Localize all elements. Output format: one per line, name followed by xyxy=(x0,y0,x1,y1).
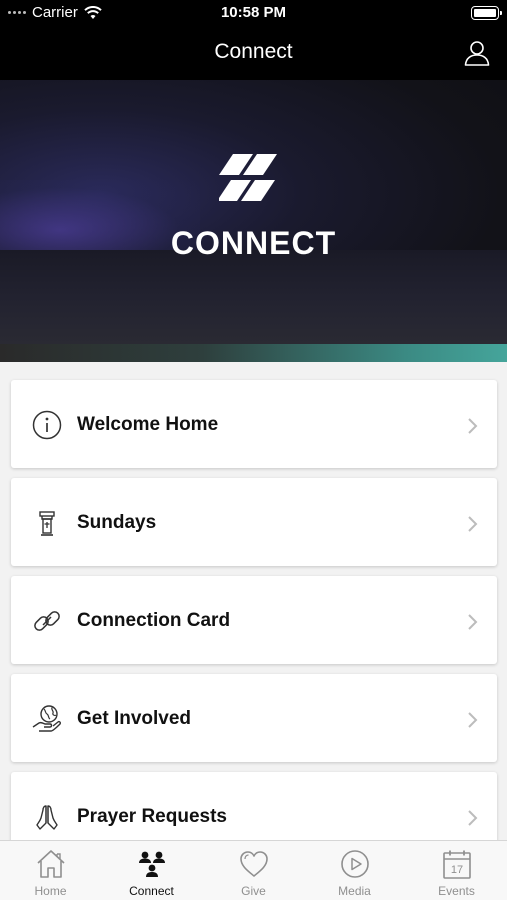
chevron-right-icon xyxy=(468,418,478,434)
menu-item-label: Connection Card xyxy=(77,610,231,631)
status-bar: Carrier 10:58 PM xyxy=(0,0,507,26)
tab-events[interactable]: 17 Events xyxy=(406,841,507,900)
tab-label: Home xyxy=(34,884,67,898)
nav-title: Connect xyxy=(214,40,293,63)
menu-item-welcome-home[interactable]: Welcome Home xyxy=(11,380,497,468)
menu-item-label: Welcome Home xyxy=(77,414,219,435)
profile-icon[interactable] xyxy=(463,39,491,67)
info-circle-icon xyxy=(32,410,62,440)
menu-item-label: Get Involved xyxy=(77,708,192,729)
menu-item-sundays[interactable]: Sundays xyxy=(11,478,497,566)
tab-home[interactable]: Home xyxy=(0,841,101,900)
tab-label: Connect xyxy=(129,884,174,898)
battery-icon xyxy=(471,6,502,20)
hero-accent-strip xyxy=(0,344,507,362)
tab-label: Media xyxy=(338,884,371,898)
chevron-right-icon xyxy=(468,614,478,630)
chevron-right-icon xyxy=(468,516,478,532)
pulpit-icon xyxy=(39,511,55,536)
tab-give[interactable]: Give xyxy=(203,841,304,900)
calendar-day-number: 17 xyxy=(451,864,463,876)
connect-menu-list: Welcome Home Sundays Connection Card Get… xyxy=(0,362,507,840)
menu-item-label: Sundays xyxy=(77,512,157,533)
hero-title: CONNECT xyxy=(170,225,337,261)
church-logo-icon xyxy=(219,154,277,201)
chevron-right-icon xyxy=(468,810,478,826)
praying-hands-icon xyxy=(36,805,58,830)
calendar-icon: 17 xyxy=(443,850,471,879)
menu-item-label: Prayer Requests xyxy=(77,806,227,827)
people-icon xyxy=(139,851,165,877)
hero-banner: CONNECT xyxy=(0,80,507,362)
tab-label: Give xyxy=(241,884,266,898)
tab-bar: Home Connect Give Media 17 Events xyxy=(0,840,507,900)
globe-hand-icon xyxy=(32,705,61,732)
menu-item-connection-card[interactable]: Connection Card xyxy=(11,576,497,664)
play-circle-icon xyxy=(341,850,369,878)
status-time: 10:58 PM xyxy=(220,4,287,21)
menu-item-get-involved[interactable]: Get Involved xyxy=(11,674,497,762)
home-icon xyxy=(37,850,65,878)
heart-icon xyxy=(240,851,268,877)
chevron-right-icon xyxy=(468,712,478,728)
tab-media[interactable]: Media xyxy=(304,841,405,900)
hero-crowd xyxy=(0,250,507,345)
menu-item-prayer-requests[interactable]: Prayer Requests xyxy=(11,772,497,840)
tab-connect[interactable]: Connect xyxy=(101,841,202,900)
tab-label: Events xyxy=(438,884,475,898)
link-icon xyxy=(34,611,60,631)
nav-bar: Connect xyxy=(0,26,507,80)
